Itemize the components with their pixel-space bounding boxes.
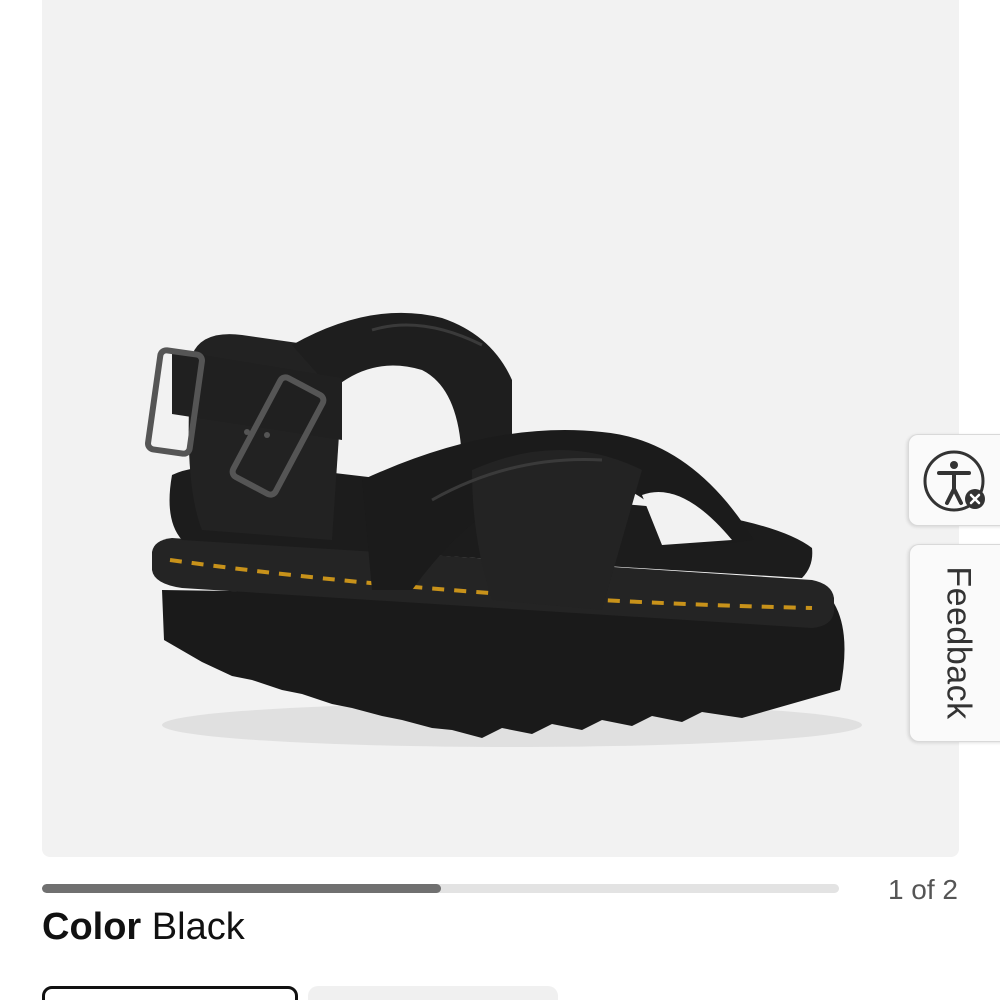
color-swatch-black[interactable] (42, 986, 298, 1000)
product-page: Feedback 1 of 2 Color Black (0, 0, 1000, 1000)
accessibility-button[interactable] (908, 434, 1000, 526)
feedback-button[interactable]: Feedback (909, 544, 1000, 742)
carousel-counter: 1 of 2 (887, 874, 958, 905)
color-label: Color (42, 906, 142, 948)
product-image[interactable] (42, 0, 959, 857)
color-selection-label: Color Black (42, 906, 245, 949)
color-value: Black (151, 906, 245, 948)
carousel-progress-fill (42, 884, 441, 893)
accessibility-person-icon (923, 450, 985, 512)
carousel-progress-bar (42, 884, 839, 893)
sandal-illustration (145, 312, 862, 747)
color-swatch-alternate[interactable] (308, 986, 558, 1000)
feedback-label: Feedback (939, 566, 978, 720)
